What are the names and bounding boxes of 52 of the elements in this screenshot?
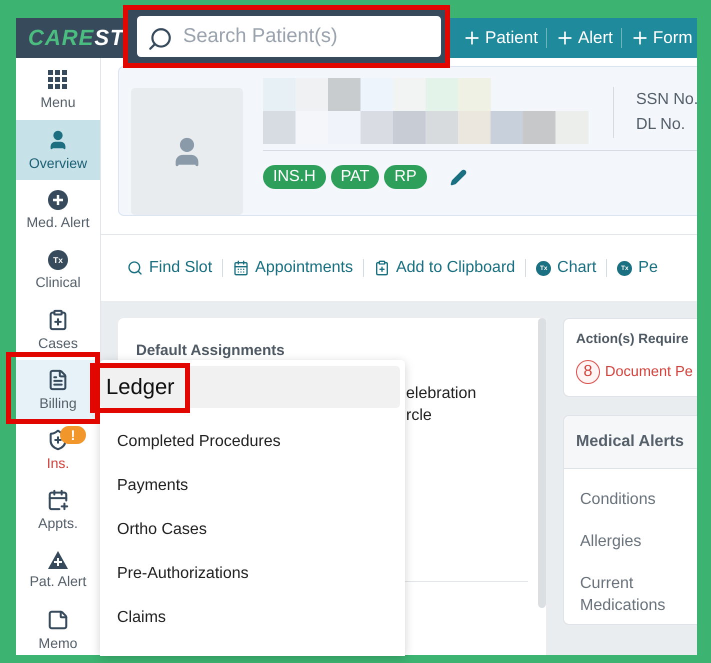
card-title: Action(s) Require	[576, 331, 690, 346]
search-icon	[147, 26, 173, 52]
assignment-text: rcle	[405, 406, 433, 426]
sidebar-item[interactable]: Overview	[16, 120, 100, 180]
grid-icon	[48, 70, 68, 90]
patient-tag: RP	[384, 165, 427, 189]
field-label: SSN No.	[636, 90, 697, 109]
count-badge: 8	[576, 360, 600, 384]
patient-tag: PAT	[330, 165, 380, 189]
sidebar-item[interactable]: Pat. Alert	[16, 540, 100, 600]
tx-icon: Tx	[48, 250, 68, 270]
patient-tag: INS.H	[263, 165, 326, 189]
warning-plus-icon	[48, 551, 68, 569]
document-link[interactable]: Document Pe	[605, 364, 693, 380]
sidebar-item[interactable]: Memo	[16, 600, 100, 655]
calendar-icon	[233, 260, 250, 276]
sidebar-item[interactable]: Appts.	[16, 480, 100, 540]
action-link[interactable]: Find Slot	[127, 259, 222, 277]
alert-category: Conditions	[579, 490, 657, 510]
sidebar-item[interactable]: Cases	[16, 300, 100, 360]
sidebar-item[interactable]: Med. Alert	[16, 180, 100, 240]
sidebar-item[interactable]: ! Ins.	[16, 420, 100, 480]
billing-option[interactable]: Ortho Cases	[100, 508, 400, 552]
search-field[interactable]: Search Patient(s)	[137, 16, 441, 57]
field-label: DL No.	[636, 116, 686, 134]
action-link[interactable]: Appointments	[222, 259, 363, 277]
billing-option[interactable]: Ledger	[100, 366, 400, 408]
clipboard-plus-icon	[374, 260, 390, 276]
card-title: Medical Alerts	[576, 433, 684, 451]
alert-badge: !	[60, 426, 86, 444]
alert-category: Current Medications	[579, 574, 666, 616]
scrollbar[interactable]	[538, 318, 546, 608]
billing-option[interactable]: Claims	[100, 596, 400, 640]
quick-add-button[interactable]: Form	[620, 28, 697, 48]
calendar-plus-icon	[47, 489, 69, 511]
quick-add-button[interactable]: Alert	[546, 28, 621, 48]
edit-icon[interactable]	[450, 168, 467, 186]
logo: CAREST	[28, 25, 124, 51]
document-icon	[47, 369, 69, 391]
sidebar-item[interactable]: Menu	[16, 60, 100, 120]
clipboard-plus-icon	[47, 309, 69, 331]
sidebar-item[interactable]: Tx Clinical	[16, 240, 100, 300]
alert-category: Allergies	[579, 532, 642, 552]
billing-option[interactable]: Completed Procedures	[100, 420, 400, 464]
plus-circle-icon	[48, 190, 68, 210]
note-icon	[47, 609, 69, 631]
billing-option[interactable]: Pre-Authorizations	[100, 552, 400, 596]
card-title: Default Assignments	[136, 342, 286, 359]
billing-option[interactable]: Payments	[100, 464, 400, 508]
action-link[interactable]: Add to Clipboard	[362, 259, 526, 277]
quick-add-button[interactable]: Patient	[454, 28, 546, 48]
search-icon	[127, 260, 143, 276]
